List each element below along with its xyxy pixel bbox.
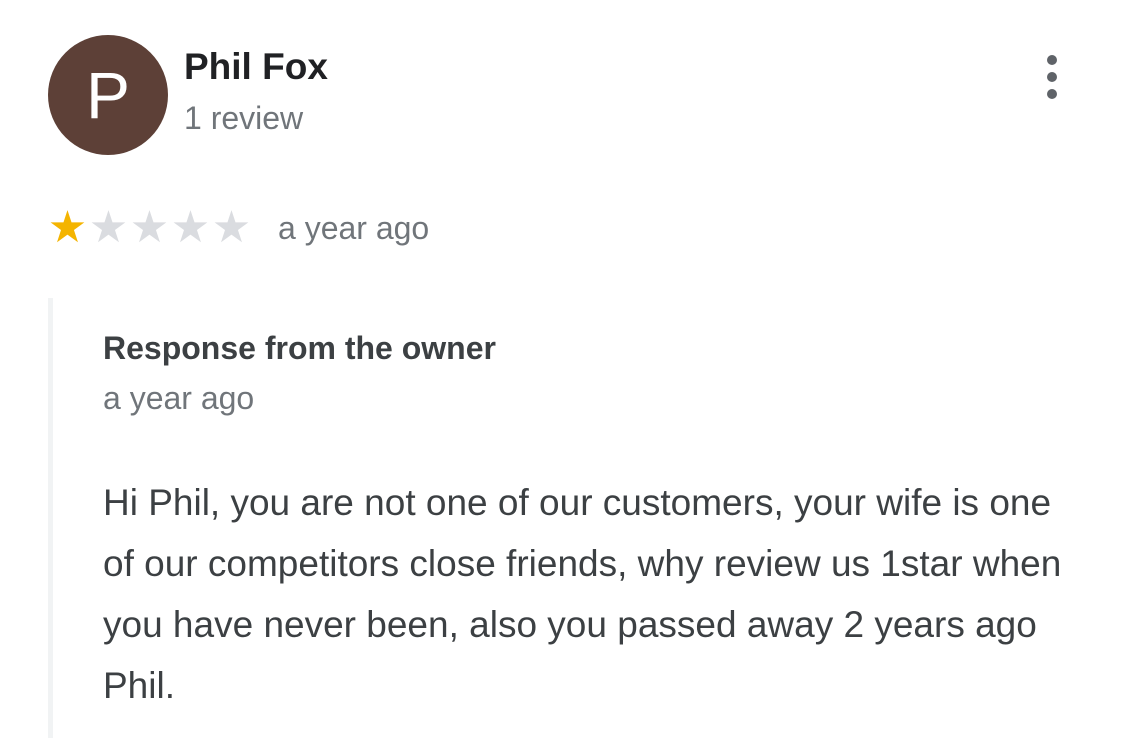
star-rating: ★ ★ ★ ★ ★ — [47, 206, 252, 250]
star-filled-icon: ★ — [47, 203, 88, 252]
more-vert-icon-dot — [1047, 72, 1057, 82]
response-time: a year ago — [103, 380, 255, 416]
response-title: Response from the owner — [103, 330, 496, 366]
rating-row: ★ ★ ★ ★ ★ a year ago — [47, 202, 429, 254]
more-options-button[interactable] — [1030, 52, 1074, 102]
star-empty-icon: ★ — [211, 203, 252, 252]
avatar-letter: P — [85, 58, 131, 132]
star-empty-icon: ★ — [88, 203, 129, 252]
star-empty-icon: ★ — [129, 203, 170, 252]
star-empty-icon: ★ — [170, 203, 211, 252]
avatar[interactable]: P — [48, 35, 168, 155]
review-count: 1 review — [184, 100, 304, 136]
more-vert-icon-dot — [1047, 89, 1057, 99]
reviewer-name[interactable]: Phil Fox — [184, 46, 328, 88]
more-vert-icon — [1047, 55, 1057, 65]
review-card: P Phil Fox 1 review ★ ★ ★ ★ ★ a year ago Res… — [0, 0, 1125, 747]
response-text: Hi Phil, you are not one of our customer… — [103, 482, 1062, 706]
review-time: a year ago — [278, 209, 430, 246]
owner-response: Response from the owner a year ago Hi Ph… — [48, 298, 1088, 738]
